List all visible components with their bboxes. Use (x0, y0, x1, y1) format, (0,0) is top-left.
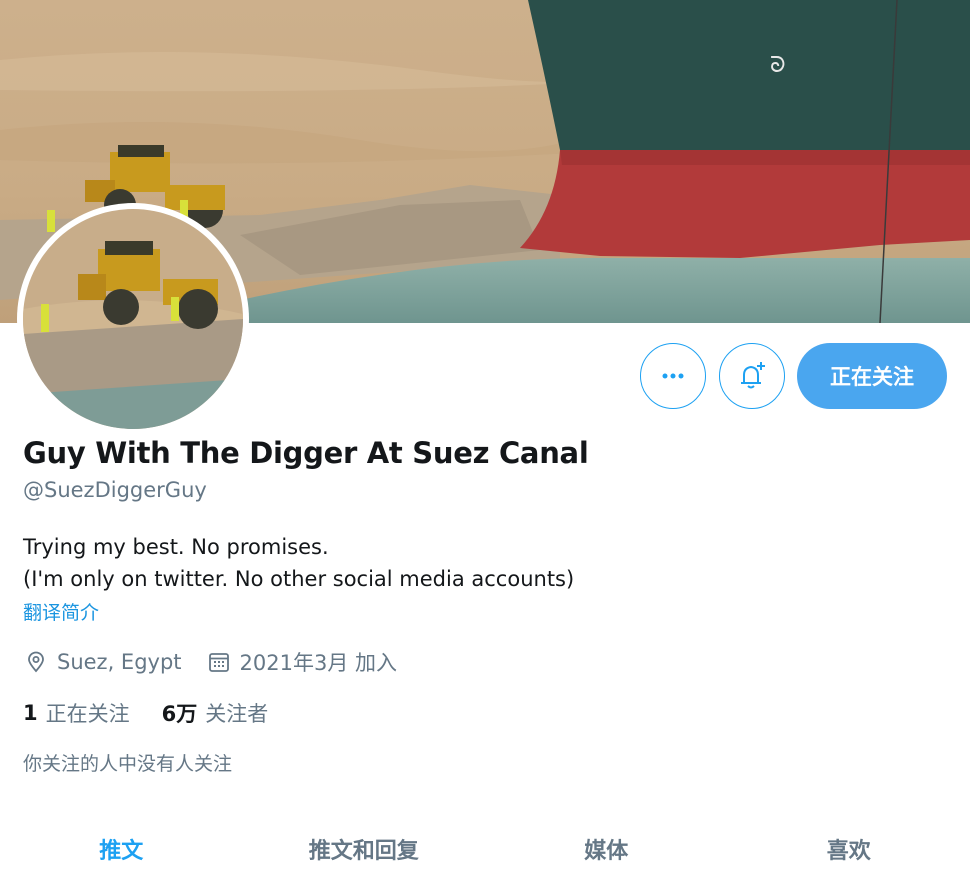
more-horizontal-icon (662, 373, 684, 379)
tab-tweets[interactable]: 推文 (0, 820, 243, 885)
followers-count: 6万 (161, 702, 198, 726)
bio: Trying my best. No promises. (I'm only o… (23, 531, 574, 595)
user-handle: @SuezDiggerGuy (23, 478, 207, 502)
location-pin-icon (23, 649, 49, 675)
location: Suez, Egypt (57, 650, 182, 674)
follow-counts: 1 正在关注 6万 关注者 (23, 698, 268, 728)
notify-button[interactable] (719, 343, 785, 409)
tab-likes[interactable]: 喜欢 (728, 820, 970, 885)
following-count-link[interactable]: 1 正在关注 (23, 698, 130, 728)
followers-count-link[interactable]: 6万 关注者 (162, 698, 269, 728)
bio-line: Trying my best. No promises. (23, 535, 329, 559)
followers-label: 关注者 (205, 702, 269, 726)
calendar-icon (206, 649, 232, 675)
avatar[interactable] (17, 203, 249, 435)
followers-you-know: 你关注的人中没有人关注 (23, 753, 233, 775)
more-button[interactable] (640, 343, 706, 409)
display-name: Guy With The Digger At Suez Canal (23, 436, 589, 470)
following-label: 正在关注 (45, 702, 130, 726)
bell-plus-icon (741, 362, 765, 389)
following-count: 1 (23, 701, 38, 725)
profile-tabs: 推文 推文和回复 媒体 喜欢 (0, 820, 970, 885)
avatar-image (23, 209, 243, 429)
tab-media[interactable]: 媒体 (485, 820, 728, 885)
tab-tweets-and-replies[interactable]: 推文和回复 (243, 820, 486, 885)
svg-text:ᘐ: ᘐ (770, 53, 786, 78)
profile-meta: Suez, Egypt 2021年3月 加入 (23, 647, 397, 677)
translate-bio-link[interactable]: 翻译简介 (23, 598, 99, 625)
bio-line: (I'm only on twitter. No other social me… (23, 567, 575, 591)
join-date: 2021年3月 加入 (239, 651, 398, 675)
following-button[interactable]: 正在关注 (797, 343, 947, 409)
